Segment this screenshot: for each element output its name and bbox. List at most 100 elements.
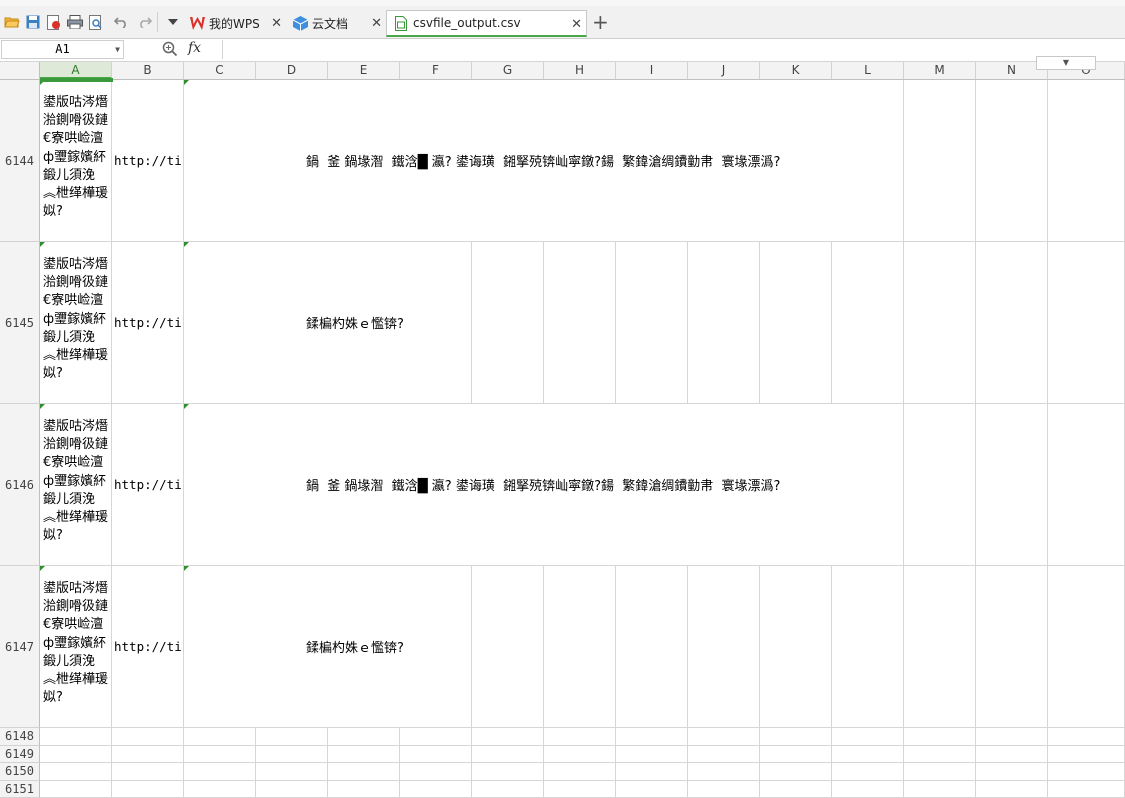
cell[interactable] [112, 763, 184, 781]
row-header[interactable]: 6148 [0, 728, 40, 746]
cell[interactable] [400, 781, 472, 798]
cell[interactable] [472, 728, 544, 746]
cell[interactable] [1048, 242, 1125, 404]
cell[interactable] [1048, 80, 1125, 242]
row-header[interactable]: 6145 [0, 242, 40, 404]
cell[interactable] [760, 566, 832, 728]
cell[interactable] [112, 781, 184, 798]
zoom-icon[interactable] [162, 41, 180, 59]
cell-c[interactable]: 鍒楄杓姝ｅ懢锛? [184, 242, 472, 404]
cell[interactable] [40, 781, 112, 798]
cell[interactable] [904, 80, 976, 242]
cell[interactable] [472, 746, 544, 764]
cell[interactable] [544, 566, 616, 728]
cell[interactable] [832, 781, 904, 798]
cell[interactable] [832, 746, 904, 764]
column-header-i[interactable]: I [616, 62, 688, 79]
cell-b[interactable]: http://ti [112, 80, 184, 242]
cell[interactable] [688, 746, 760, 764]
column-header-a[interactable]: A [40, 62, 112, 79]
customize-dropdown-icon[interactable] [165, 14, 181, 30]
undo-icon[interactable] [113, 14, 129, 30]
cell[interactable] [760, 746, 832, 764]
cell[interactable] [904, 242, 976, 404]
cell[interactable] [256, 728, 328, 746]
cell[interactable] [832, 242, 904, 404]
cell[interactable] [256, 763, 328, 781]
cell[interactable] [184, 728, 256, 746]
cell[interactable] [904, 781, 976, 798]
save-as-pdf-icon[interactable] [46, 14, 62, 30]
cell-c[interactable]: 鍒楄杓姝ｅ懢锛? [184, 566, 472, 728]
cell[interactable] [112, 728, 184, 746]
cell[interactable] [832, 728, 904, 746]
column-header-f[interactable]: F [400, 62, 472, 79]
cell[interactable] [1048, 404, 1125, 566]
cell[interactable] [760, 242, 832, 404]
row-header[interactable]: 6146 [0, 404, 40, 566]
row-header[interactable]: 6149 [0, 746, 40, 764]
print-preview-icon[interactable] [88, 14, 104, 30]
row-header[interactable]: 6144 [0, 80, 40, 242]
name-box[interactable]: A1 ▼ [1, 40, 124, 59]
cell[interactable] [688, 728, 760, 746]
cell-a[interactable]: 鍙版咕涔熸湁鍘嗗彶鏈€寮哄崄澶ф瓕鎵嬪紑鍛儿須浼︽枻缂樺瑗姒? [40, 80, 112, 242]
column-header-h[interactable]: H [544, 62, 616, 79]
insert-function-button[interactable]: fx [188, 40, 201, 56]
new-tab-icon[interactable]: + [592, 12, 609, 32]
cell[interactable] [904, 566, 976, 728]
cell[interactable] [976, 746, 1048, 764]
close-tab-icon[interactable]: ✕ [571, 17, 582, 32]
cell[interactable] [472, 566, 544, 728]
cell[interactable] [472, 781, 544, 798]
cell[interactable] [976, 728, 1048, 746]
close-tab-icon[interactable]: ✕ [271, 16, 282, 31]
cell[interactable] [40, 746, 112, 764]
cell-c[interactable]: 鍋 釜 鍋堟潪 鐵浛█ 瀛? 鍙诲璜 鎺掔殑锛屾寜鐓?鍚 繁鍏滄绸鐨勭帇 寰堟漂… [184, 404, 904, 566]
cell[interactable] [976, 781, 1048, 798]
tab-cloud-docs[interactable]: 云文档 ✕ [286, 10, 386, 37]
cell[interactable] [976, 763, 1048, 781]
cell[interactable] [256, 746, 328, 764]
row-header[interactable]: 6151 [0, 781, 40, 798]
cell[interactable] [904, 746, 976, 764]
cell[interactable] [1048, 781, 1125, 798]
cell[interactable] [400, 728, 472, 746]
cell[interactable] [832, 763, 904, 781]
cell[interactable] [616, 746, 688, 764]
cell[interactable] [904, 763, 976, 781]
column-header-j[interactable]: J [688, 62, 760, 79]
column-header-m[interactable]: M [904, 62, 976, 79]
cell[interactable] [904, 728, 976, 746]
cell[interactable] [328, 728, 400, 746]
cell[interactable] [544, 242, 616, 404]
cell[interactable] [184, 746, 256, 764]
cell[interactable] [616, 566, 688, 728]
cell[interactable] [544, 763, 616, 781]
cell[interactable] [760, 781, 832, 798]
cell[interactable] [400, 746, 472, 764]
column-header-d[interactable]: D [256, 62, 328, 79]
cell-b[interactable]: http://ti [112, 404, 184, 566]
cell[interactable] [760, 763, 832, 781]
print-icon[interactable] [67, 14, 83, 30]
cell[interactable] [184, 763, 256, 781]
cell[interactable] [904, 404, 976, 566]
sheet-dropdown-icon[interactable]: ▼ [1036, 56, 1096, 70]
cell[interactable] [328, 746, 400, 764]
cell[interactable] [832, 566, 904, 728]
tab-my-wps[interactable]: 我的WPS ✕ [183, 10, 286, 37]
cell[interactable] [544, 728, 616, 746]
cell[interactable] [688, 781, 760, 798]
cell[interactable] [616, 781, 688, 798]
row-header[interactable]: 6147 [0, 566, 40, 728]
redo-icon[interactable] [137, 14, 153, 30]
column-header-g[interactable]: G [472, 62, 544, 79]
cell[interactable] [688, 763, 760, 781]
cell-a[interactable]: 鍙版咕涔熸湁鍘嗗彶鏈€寮哄崄澶ф瓕鎵嬪紑鍛儿須浼︽枻缂樺瑗姒? [40, 404, 112, 566]
cell-b[interactable]: http://ti [112, 242, 184, 404]
cell[interactable] [760, 728, 832, 746]
column-header-c[interactable]: C [184, 62, 256, 79]
cell[interactable] [40, 728, 112, 746]
select-all-corner[interactable] [0, 62, 40, 79]
